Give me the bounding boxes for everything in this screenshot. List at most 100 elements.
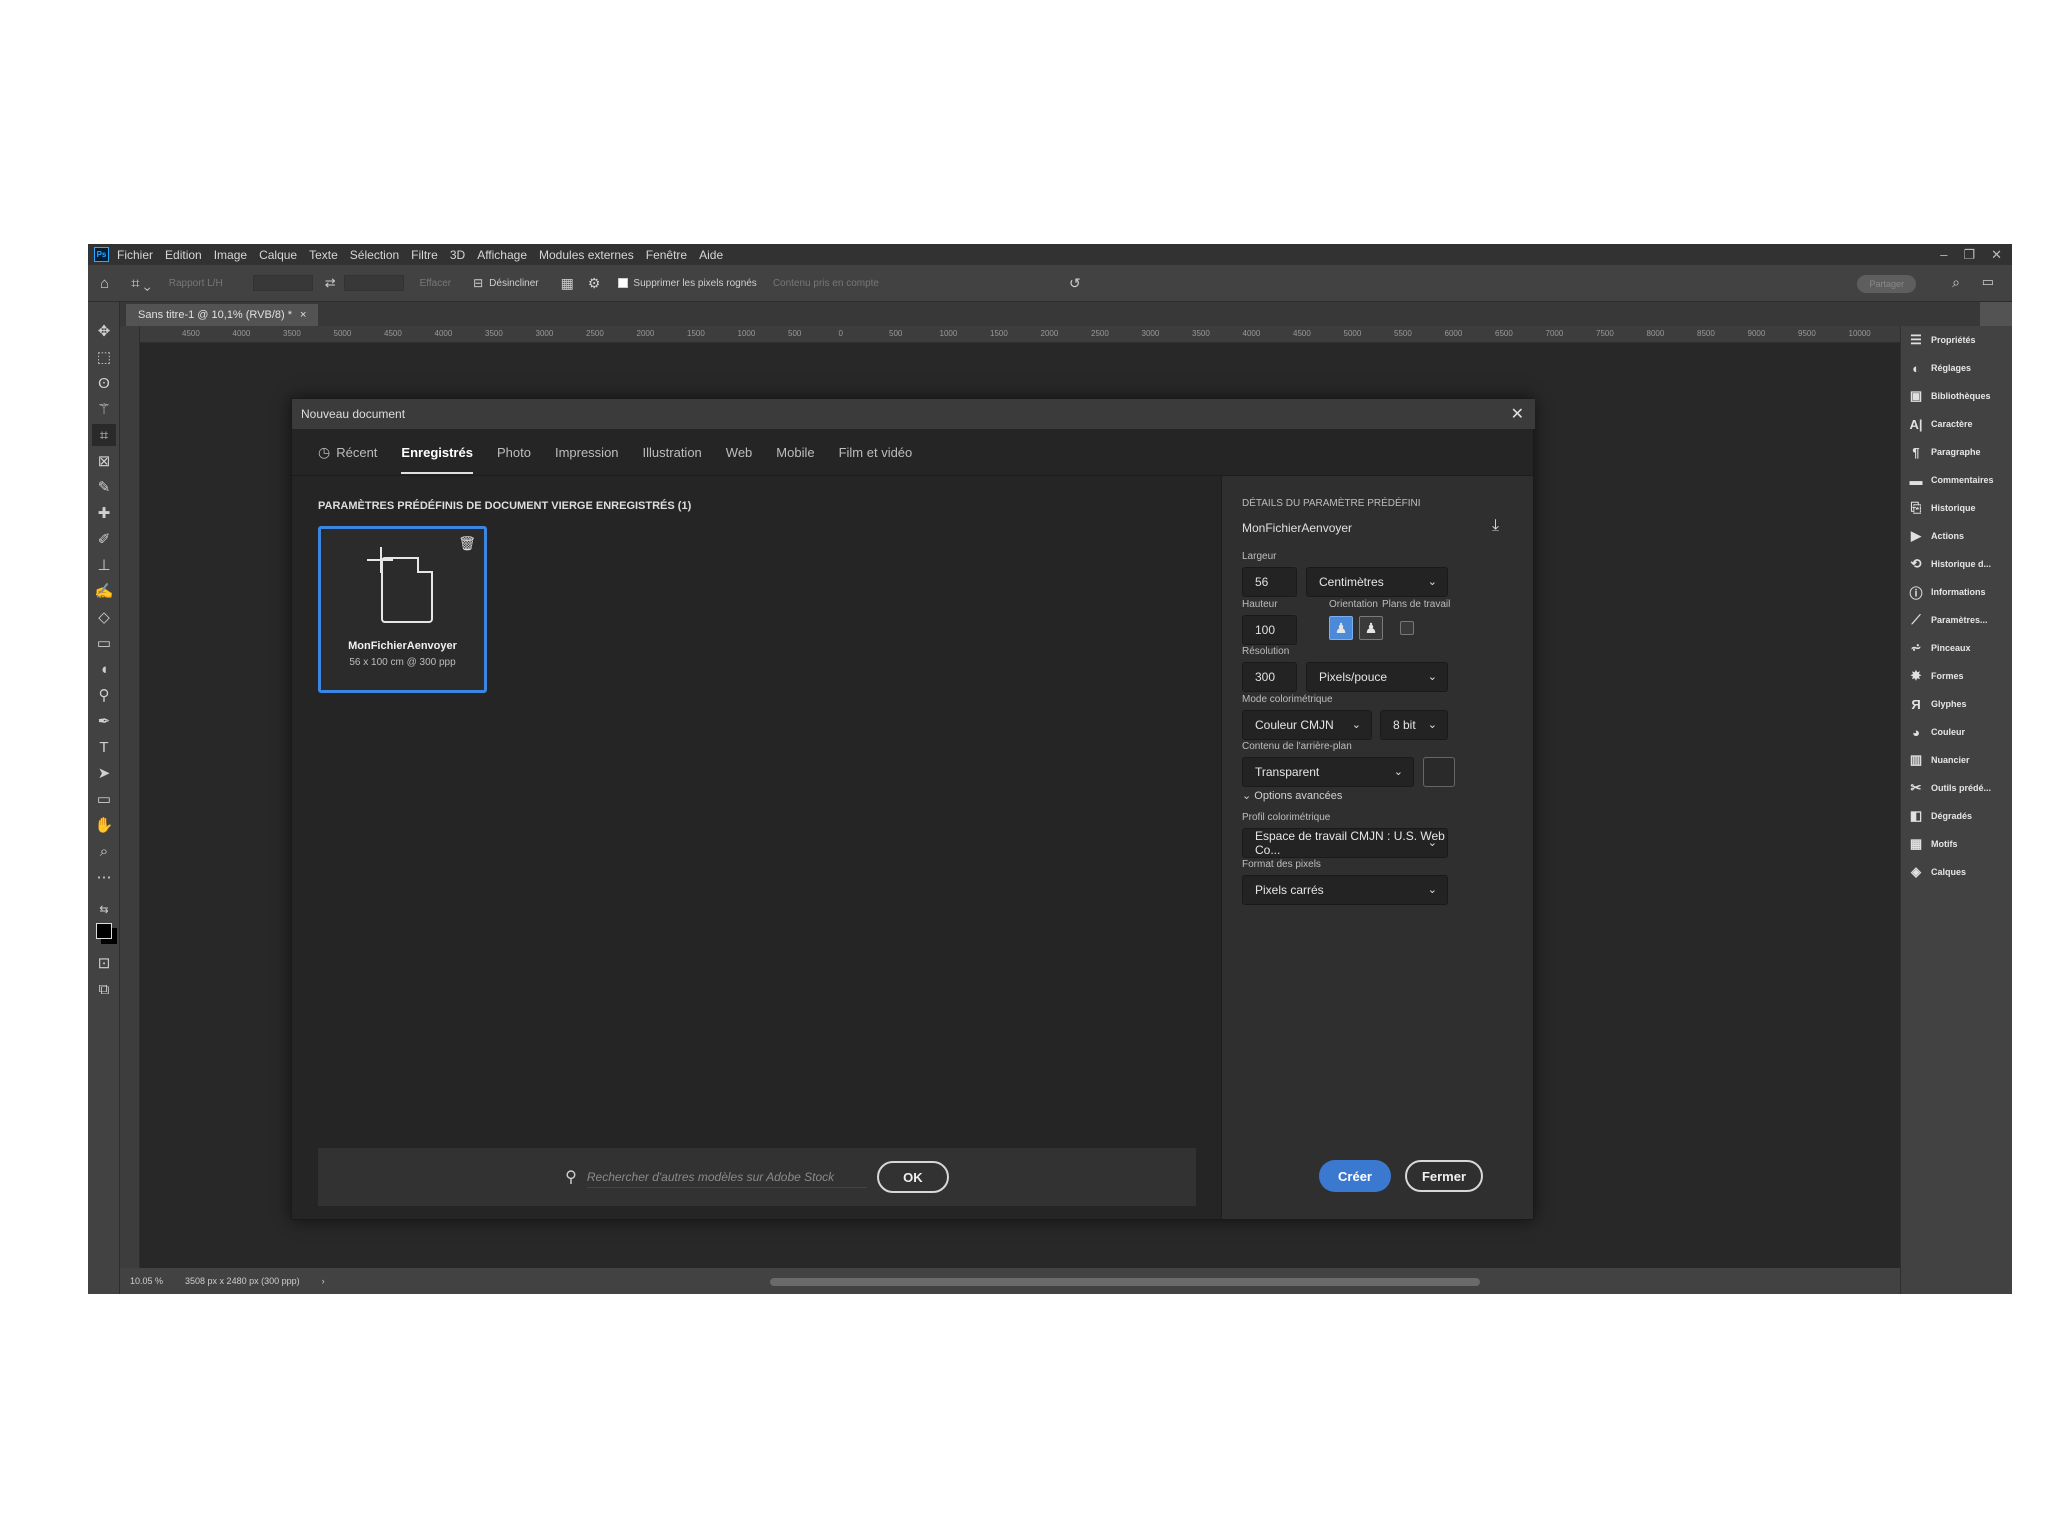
- document-info[interactable]: 3508 px x 2480 px (300 ppp): [185, 1276, 300, 1286]
- more-tools-icon[interactable]: ⋯: [92, 866, 116, 888]
- menu-filtre[interactable]: Filtre: [411, 248, 438, 262]
- panel-informations[interactable]: ⓘ Informations: [1901, 578, 2012, 606]
- hand-tool-icon[interactable]: ✋: [92, 814, 116, 836]
- tab-web[interactable]: Web: [726, 429, 753, 476]
- panel-couleur[interactable]: ◕ Couleur: [1901, 718, 2012, 746]
- stock-search-input[interactable]: [586, 1166, 867, 1188]
- healing-brush-icon[interactable]: ✚: [92, 502, 116, 524]
- preset-name-field[interactable]: MonFichierAenvoyer: [1242, 521, 1352, 535]
- panel-degrades[interactable]: ◧ Dégradés: [1901, 802, 2012, 830]
- background-select[interactable]: Transparent ⌄: [1242, 757, 1414, 787]
- panel-historique[interactable]: ⎘ Historique: [1901, 494, 2012, 522]
- screen-mode-icon[interactable]: ⧉: [92, 978, 116, 1000]
- horizontal-scroll-thumb[interactable]: [770, 1278, 1480, 1286]
- ok-button[interactable]: OK: [876, 1161, 949, 1193]
- panel-formes[interactable]: ✸ Formes: [1901, 662, 2012, 690]
- panel-glyphes[interactable]: Я Glyphes: [1901, 690, 2012, 718]
- swap-icon[interactable]: ⇄: [325, 275, 336, 291]
- menu-fichier[interactable]: Fichier: [117, 248, 153, 262]
- share-button[interactable]: Partager: [1857, 275, 1916, 293]
- grid-overlay-icon[interactable]: ▦: [561, 275, 574, 292]
- close-tab-icon[interactable]: ×: [300, 309, 306, 321]
- panel-paragraphe[interactable]: ¶ Paragraphe: [1901, 438, 2012, 466]
- reset-icon[interactable]: ↺: [1069, 275, 1081, 292]
- clear-button[interactable]: Effacer: [420, 278, 452, 289]
- trash-icon[interactable]: 🗑: [458, 535, 476, 552]
- tab-mobile[interactable]: Mobile: [776, 429, 814, 476]
- color-mode-select[interactable]: Couleur CMJN ⌄: [1242, 710, 1372, 740]
- document-tab[interactable]: Sans titre-1 @ 10,1% (RVB/8) * ×: [126, 304, 319, 326]
- workspace-icon[interactable]: ▭: [1982, 274, 1994, 290]
- close-button[interactable]: Fermer: [1405, 1160, 1483, 1192]
- crop-height-input[interactable]: [343, 275, 404, 291]
- tab-impression[interactable]: Impression: [555, 429, 619, 476]
- panel-bibliotheques[interactable]: ▣ Bibliothèques: [1901, 382, 2012, 410]
- artboards-checkbox[interactable]: [1400, 621, 1414, 635]
- magic-wand-icon[interactable]: ⚚: [92, 398, 116, 420]
- crop-tool-icon[interactable]: ⌗: [92, 424, 116, 446]
- preset-card[interactable]: 🗑 MonFichierAenvoyer 56 x 100 cm @ 300 p…: [318, 526, 487, 693]
- color-profile-select[interactable]: Espace de travail CMJN : U.S. Web Co... ⌄: [1242, 828, 1448, 858]
- tab-film-video[interactable]: Film et vidéo: [839, 429, 913, 476]
- frame-tool-icon[interactable]: ⊠: [92, 450, 116, 472]
- panel-historique-doc[interactable]: ⟲ Historique d...: [1901, 550, 2012, 578]
- advanced-options-toggle[interactable]: ⌄ Options avancées: [1242, 789, 1342, 802]
- crop-tool-icon[interactable]: ⌗ ⌄: [131, 275, 151, 292]
- panel-parametres[interactable]: ⟋ Paramètres...: [1901, 606, 2012, 634]
- straighten-icon[interactable]: ⊟: [473, 276, 483, 290]
- quick-mask-icon[interactable]: ⊡: [92, 952, 116, 974]
- lasso-tool-icon[interactable]: ʘ: [92, 372, 116, 394]
- bit-depth-select[interactable]: 8 bit ⌄: [1380, 710, 1448, 740]
- history-brush-icon[interactable]: ✍: [92, 580, 116, 602]
- tab-enregistres[interactable]: Enregistrés: [401, 429, 473, 476]
- panel-calques[interactable]: ◈ Calques: [1901, 858, 2012, 886]
- menu-modules-externes[interactable]: Modules externes: [539, 248, 634, 262]
- type-tool-icon[interactable]: T: [92, 736, 116, 758]
- panel-actions[interactable]: ▶ Actions: [1901, 522, 2012, 550]
- panel-caractere[interactable]: A| Caractère: [1901, 410, 2012, 438]
- menu-aide[interactable]: Aide: [699, 248, 723, 262]
- width-input[interactable]: 56: [1242, 567, 1297, 597]
- pixel-aspect-select[interactable]: Pixels carrés ⌄: [1242, 875, 1448, 905]
- landscape-orientation-icon[interactable]: ♟: [1359, 616, 1383, 640]
- zoom-level[interactable]: 10.05 %: [130, 1276, 163, 1286]
- status-arrow-icon[interactable]: ›: [322, 1276, 325, 1286]
- panel-nuancier[interactable]: ▥ Nuancier: [1901, 746, 2012, 774]
- color-swap-icon[interactable]: ⇆: [92, 898, 116, 920]
- tab-illustration[interactable]: Illustration: [643, 429, 702, 476]
- rectangle-tool-icon[interactable]: ▭: [92, 788, 116, 810]
- panel-proprietes[interactable]: ☰ Propriétés: [1901, 326, 2012, 354]
- search-app-icon[interactable]: ⌕: [1952, 274, 1960, 291]
- save-preset-icon[interactable]: ⤓: [1492, 517, 1499, 535]
- panel-reglages[interactable]: ◐ Réglages: [1901, 354, 2012, 382]
- tab-recent[interactable]: ◷ Récent: [318, 429, 377, 476]
- menu-calque[interactable]: Calque: [259, 248, 297, 262]
- background-color-swatch[interactable]: [1423, 757, 1455, 787]
- unit-select[interactable]: Centimètres ⌄: [1306, 567, 1448, 597]
- panel-pinceaux[interactable]: ⩫ Pinceaux: [1901, 634, 2012, 662]
- brush-tool-icon[interactable]: ✐: [92, 528, 116, 550]
- menu-fenetre[interactable]: Fenêtre: [646, 248, 687, 262]
- move-tool-icon[interactable]: ✥: [92, 320, 116, 342]
- crop-width-input[interactable]: [252, 275, 313, 291]
- menu-image[interactable]: Image: [214, 248, 247, 262]
- gear-icon[interactable]: ⚙: [588, 275, 601, 292]
- minimize-icon[interactable]: –: [1940, 247, 1947, 262]
- foreground-background-icon[interactable]: [92, 920, 116, 942]
- home-icon[interactable]: ⌂: [100, 275, 109, 292]
- ratio-select[interactable]: Rapport L/H: [169, 278, 223, 289]
- eraser-icon[interactable]: ◇: [92, 606, 116, 628]
- marquee-tool-icon[interactable]: ⬚: [92, 346, 116, 368]
- menu-selection[interactable]: Sélection: [350, 248, 399, 262]
- panel-outils-predefinis[interactable]: ✂ Outils prédé...: [1901, 774, 2012, 802]
- gradient-tool-icon[interactable]: ▭: [92, 632, 116, 654]
- menu-texte[interactable]: Texte: [309, 248, 338, 262]
- create-button[interactable]: Créer: [1319, 1160, 1391, 1192]
- portrait-orientation-icon[interactable]: ♟: [1329, 616, 1353, 640]
- dodge-tool-icon[interactable]: ⚲: [92, 684, 116, 706]
- menu-affichage[interactable]: Affichage: [477, 248, 527, 262]
- menu-edition[interactable]: Edition: [165, 248, 202, 262]
- resolution-unit-select[interactable]: Pixels/pouce ⌄: [1306, 662, 1448, 692]
- panel-commentaires[interactable]: ▬ Commentaires: [1901, 466, 2012, 494]
- pen-tool-icon[interactable]: ✒: [92, 710, 116, 732]
